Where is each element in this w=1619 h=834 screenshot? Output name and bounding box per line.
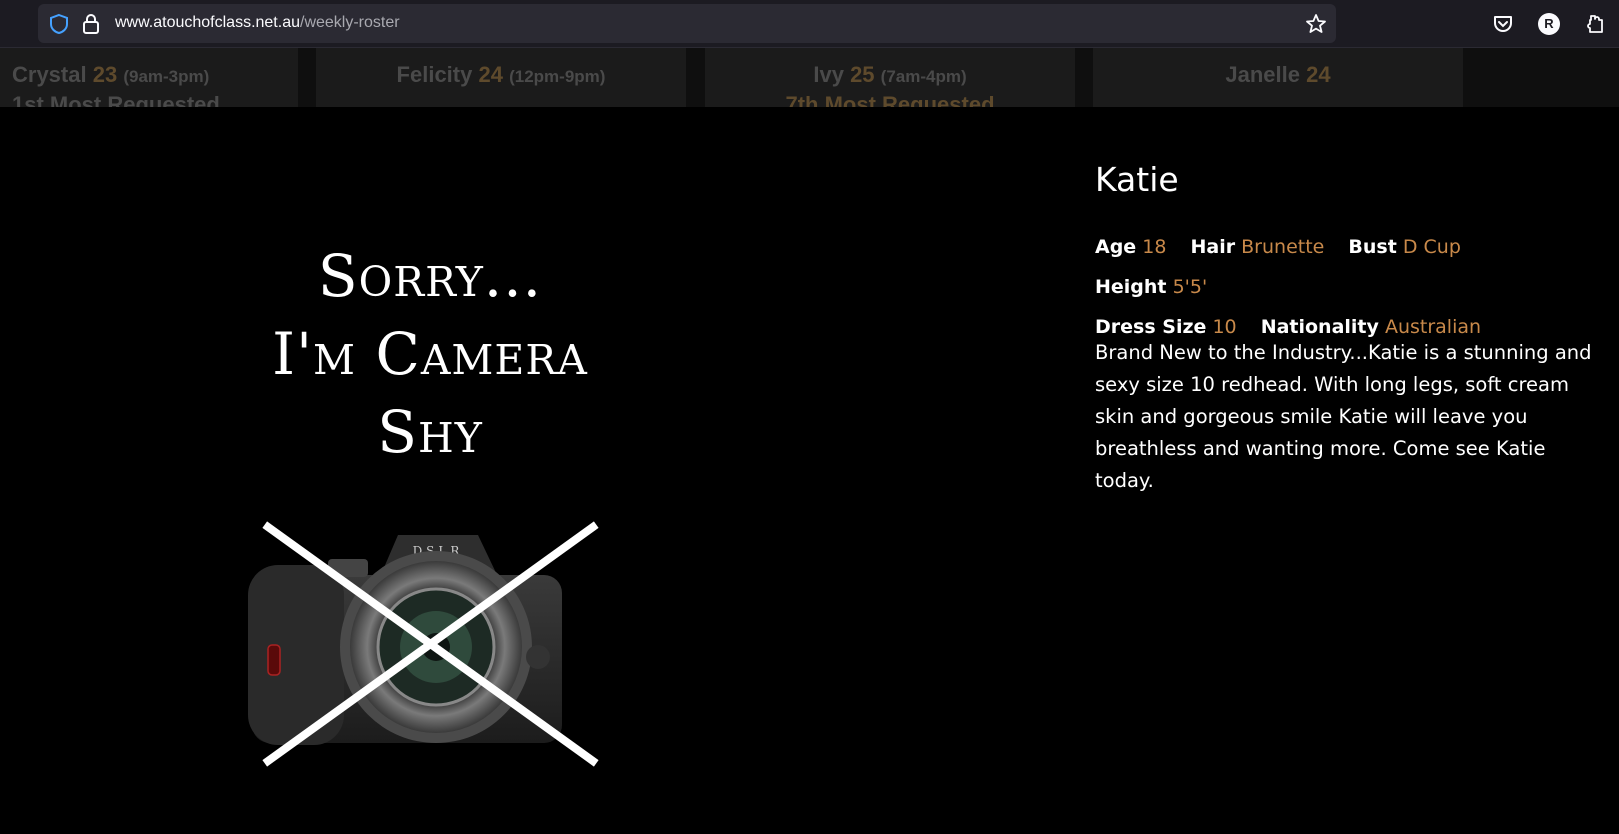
url-text[interactable]: www.atouchofclass.net.au/weekly-roster xyxy=(115,13,400,33)
roster-card-crystal[interactable]: Crystal 23 (9am-3pm) 1st Most Requested xyxy=(0,48,298,107)
profile-name: Katie xyxy=(1095,160,1179,199)
attr-bust: Bust D Cup xyxy=(1348,236,1461,258)
tracking-shield-icon[interactable] xyxy=(48,13,70,35)
roster-name: Crystal xyxy=(12,62,87,87)
roster-subtitle: 7th Most Requested xyxy=(785,92,995,107)
camera-shy-line1: Sorry... xyxy=(317,242,543,310)
roster-name: Ivy xyxy=(813,62,844,87)
roster-subtitle: 1st Most Requested xyxy=(12,92,220,107)
camera-shy-line3: Shy xyxy=(377,398,483,466)
attr-hair: Hair Brunette xyxy=(1190,236,1325,258)
roster-age: 23 xyxy=(92,62,118,87)
roster-card-ivy[interactable]: Ivy 25 (7am-4pm) 7th Most Requested xyxy=(705,48,1075,107)
attr-height: Height 5'5' xyxy=(1095,276,1208,298)
bookmark-star-icon[interactable] xyxy=(1304,12,1328,36)
pocket-icon[interactable] xyxy=(1491,12,1515,36)
roster-card-felicity[interactable]: Felicity 24 (12pm-9pm) xyxy=(316,48,686,107)
roster-hours: (7am-4pm) xyxy=(880,67,967,86)
crossed-camera-icon: DSLR xyxy=(248,521,599,767)
roster-age: 24 xyxy=(1306,62,1331,87)
roster-card-janelle[interactable]: Janelle 24 xyxy=(1093,48,1463,107)
roster-strip: Crystal 23 (9am-3pm) 1st Most Requested … xyxy=(0,48,1619,107)
profile-attributes: Age 18 Hair Brunette Bust D Cup Height 5… xyxy=(1095,227,1605,347)
roster-age: 25 xyxy=(850,62,875,87)
roster-hours: (9am-3pm) xyxy=(123,67,210,86)
profile-description: Brand New to the Industry...Katie is a s… xyxy=(1095,341,1592,492)
account-avatar[interactable]: R xyxy=(1538,13,1560,35)
camera-shy-text: Sorry... I'm Camera Shy xyxy=(230,237,630,471)
extensions-icon[interactable] xyxy=(1582,12,1606,36)
roster-hours: (12pm-9pm) xyxy=(509,67,606,86)
attr-age: Age 18 xyxy=(1095,236,1167,258)
roster-name: Janelle xyxy=(1225,62,1300,87)
browser-toolbar: www.atouchofclass.net.au/weekly-roster R xyxy=(0,0,1619,48)
profile-overlay: Sorry... I'm Camera Shy DSLR Katie Age 1… xyxy=(0,107,1619,834)
address-bar[interactable]: www.atouchofclass.net.au/weekly-roster xyxy=(38,4,1336,43)
camera-shy-line2: I'm Camera xyxy=(272,320,588,388)
lock-icon[interactable] xyxy=(82,13,100,35)
roster-age: 24 xyxy=(478,62,503,87)
roster-name: Felicity xyxy=(396,62,473,87)
